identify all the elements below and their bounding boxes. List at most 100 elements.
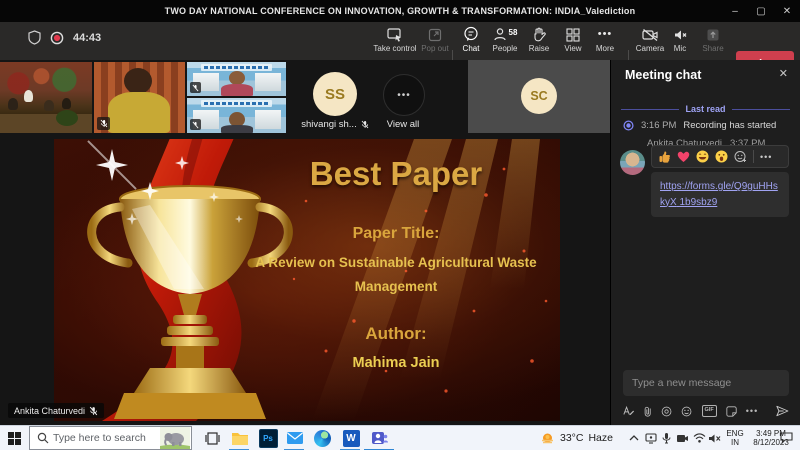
people-icon: 58 (493, 25, 518, 42)
weather-widget[interactable]: 33°C Haze (540, 426, 613, 450)
participant-avatar-sc: SC (521, 78, 557, 114)
word-icon[interactable]: W (338, 426, 364, 450)
close-icon[interactable]: ✕ (774, 0, 800, 22)
participant-avatar-ss[interactable]: SS (313, 72, 357, 116)
search-input[interactable] (49, 432, 160, 444)
last-read-divider: Last read (621, 104, 790, 114)
window-controls: – ▢ ✕ (722, 0, 800, 22)
message-link[interactable]: https://forms.gle/Q9guHHskyX 1b9sbz9 (660, 179, 780, 210)
thumbs-up-reaction[interactable] (659, 150, 671, 163)
view-all-button[interactable]: ••• (383, 74, 425, 116)
taskbar-search (29, 426, 192, 450)
video-tile-participant-3[interactable] (187, 62, 286, 96)
laughing-reaction[interactable] (696, 150, 709, 163)
shield-icon (28, 30, 41, 45)
minimize-icon[interactable]: – (722, 0, 748, 22)
meeting-stage: SS shivangi sh... ••• View all SC (0, 60, 610, 425)
author-name: Mahima Jain (240, 355, 552, 371)
sticker-icon[interactable] (726, 405, 737, 418)
paper-title-line2: Management (240, 279, 552, 294)
share-icon (706, 25, 720, 42)
haze-sun-icon (540, 431, 555, 446)
tray-mic-icon[interactable] (659, 426, 674, 450)
slide-text-block: Best Paper Paper Title: A Review on Sust… (240, 155, 552, 371)
tray-camera-icon[interactable] (674, 426, 691, 450)
start-button[interactable] (0, 426, 29, 450)
emoji-icon[interactable] (681, 405, 692, 418)
participant-tile-sc[interactable]: SC (468, 60, 610, 133)
ellipsis-icon: ••• (397, 90, 411, 101)
more-reactions-icon[interactable]: ••• (760, 152, 772, 162)
share-button: Share (690, 25, 736, 53)
teams-icon[interactable] (367, 426, 393, 450)
presenter-name-pill: Ankita Chaturvedi (8, 403, 104, 418)
format-icon[interactable] (623, 405, 634, 417)
chat-message-input[interactable] (623, 370, 789, 396)
recording-icon (623, 120, 634, 131)
send-icon[interactable] (776, 404, 789, 418)
system-message-recording: 3:16 PM Recording has started (623, 120, 776, 131)
add-reaction-icon[interactable] (734, 150, 747, 163)
mic-muted-badge (97, 117, 110, 130)
weather-temp: 33°C (560, 432, 583, 444)
meeting-toolbar: 44:43 Take control Pop out Chat 58 (0, 22, 800, 60)
task-view-button[interactable] (199, 426, 225, 450)
system-message-time: 3:16 PM (641, 120, 676, 131)
chat-title: Meeting chat (625, 68, 701, 82)
weather-condition: Haze (588, 432, 613, 444)
photoshop-icon[interactable]: Ps (255, 426, 281, 450)
gif-icon[interactable]: GIF (702, 405, 717, 417)
search-icon (37, 432, 49, 444)
video-tile-speaker[interactable] (94, 62, 185, 133)
windows-logo-icon (8, 432, 21, 445)
camera-off-icon (642, 25, 659, 42)
window-title: TWO DAY NATIONAL CONFERENCE ON INNOVATIO… (165, 6, 636, 16)
more-actions-button[interactable]: ••• More (582, 25, 628, 53)
maximize-icon[interactable]: ▢ (748, 0, 774, 22)
chat-header: Meeting chat (611, 60, 800, 90)
attach-icon[interactable] (643, 405, 652, 418)
meeting-timer: 44:43 (73, 32, 101, 44)
chat-close-icon[interactable]: ✕ (779, 67, 788, 80)
system-message-text: Recording has started (683, 120, 776, 131)
composer-more-icon[interactable]: ••• (746, 406, 758, 416)
composer-toolbar: GIF ••• (623, 404, 789, 418)
chat-icon (463, 25, 479, 42)
video-tile-participant-4[interactable] (187, 98, 286, 133)
chat-message-bubble: https://forms.gle/Q9guHHskyX 1b9sbz9 (651, 172, 789, 217)
slide-title: Best Paper (240, 155, 552, 193)
raise-hand-icon (532, 25, 546, 42)
recording-indicator-icon (50, 31, 64, 45)
paper-title-label: Paper Title: (240, 225, 552, 243)
video-tile-conference-room[interactable] (0, 62, 92, 133)
meeting-status-cluster: 44:43 (28, 30, 101, 45)
tray-wifi-icon[interactable] (691, 426, 707, 450)
shared-presentation-slide: Best Paper Paper Title: A Review on Sust… (54, 139, 560, 421)
heart-reaction[interactable] (677, 151, 690, 163)
action-center-icon[interactable] (774, 426, 798, 450)
tray-display-icon[interactable] (642, 426, 659, 450)
edge-browser-icon[interactable] (309, 426, 335, 450)
mic-muted-icon (89, 406, 98, 416)
take-control-icon (387, 25, 403, 42)
surprised-reaction[interactable] (715, 150, 728, 163)
tray-volume-muted-icon[interactable] (706, 426, 722, 450)
paper-title-line1: A Review on Sustainable Agricultural Was… (240, 255, 552, 270)
chat-input-container (623, 370, 789, 396)
pop-out-icon (428, 25, 442, 42)
view-all-label: View all (368, 119, 438, 130)
search-highlight-elephant-image[interactable] (160, 427, 190, 449)
meeting-chat-panel: Meeting chat ✕ Last read 3:16 PM Recordi… (610, 60, 800, 425)
tray-expand-chevron-icon[interactable] (626, 426, 642, 450)
window-titlebar: TWO DAY NATIONAL CONFERENCE ON INNOVATIO… (0, 0, 800, 22)
file-explorer-icon[interactable] (227, 426, 253, 450)
more-dots-icon: ••• (598, 25, 613, 42)
message-author-avatar[interactable] (620, 150, 645, 175)
view-grid-icon (566, 25, 580, 42)
mail-icon[interactable] (282, 426, 308, 450)
language-indicator[interactable]: ENG IN (724, 429, 746, 447)
mic-muted-badge (190, 82, 201, 93)
mic-muted-badge (190, 119, 201, 130)
teams-meeting-window: TWO DAY NATIONAL CONFERENCE ON INNOVATIO… (0, 0, 800, 450)
loop-component-icon[interactable] (661, 405, 672, 418)
